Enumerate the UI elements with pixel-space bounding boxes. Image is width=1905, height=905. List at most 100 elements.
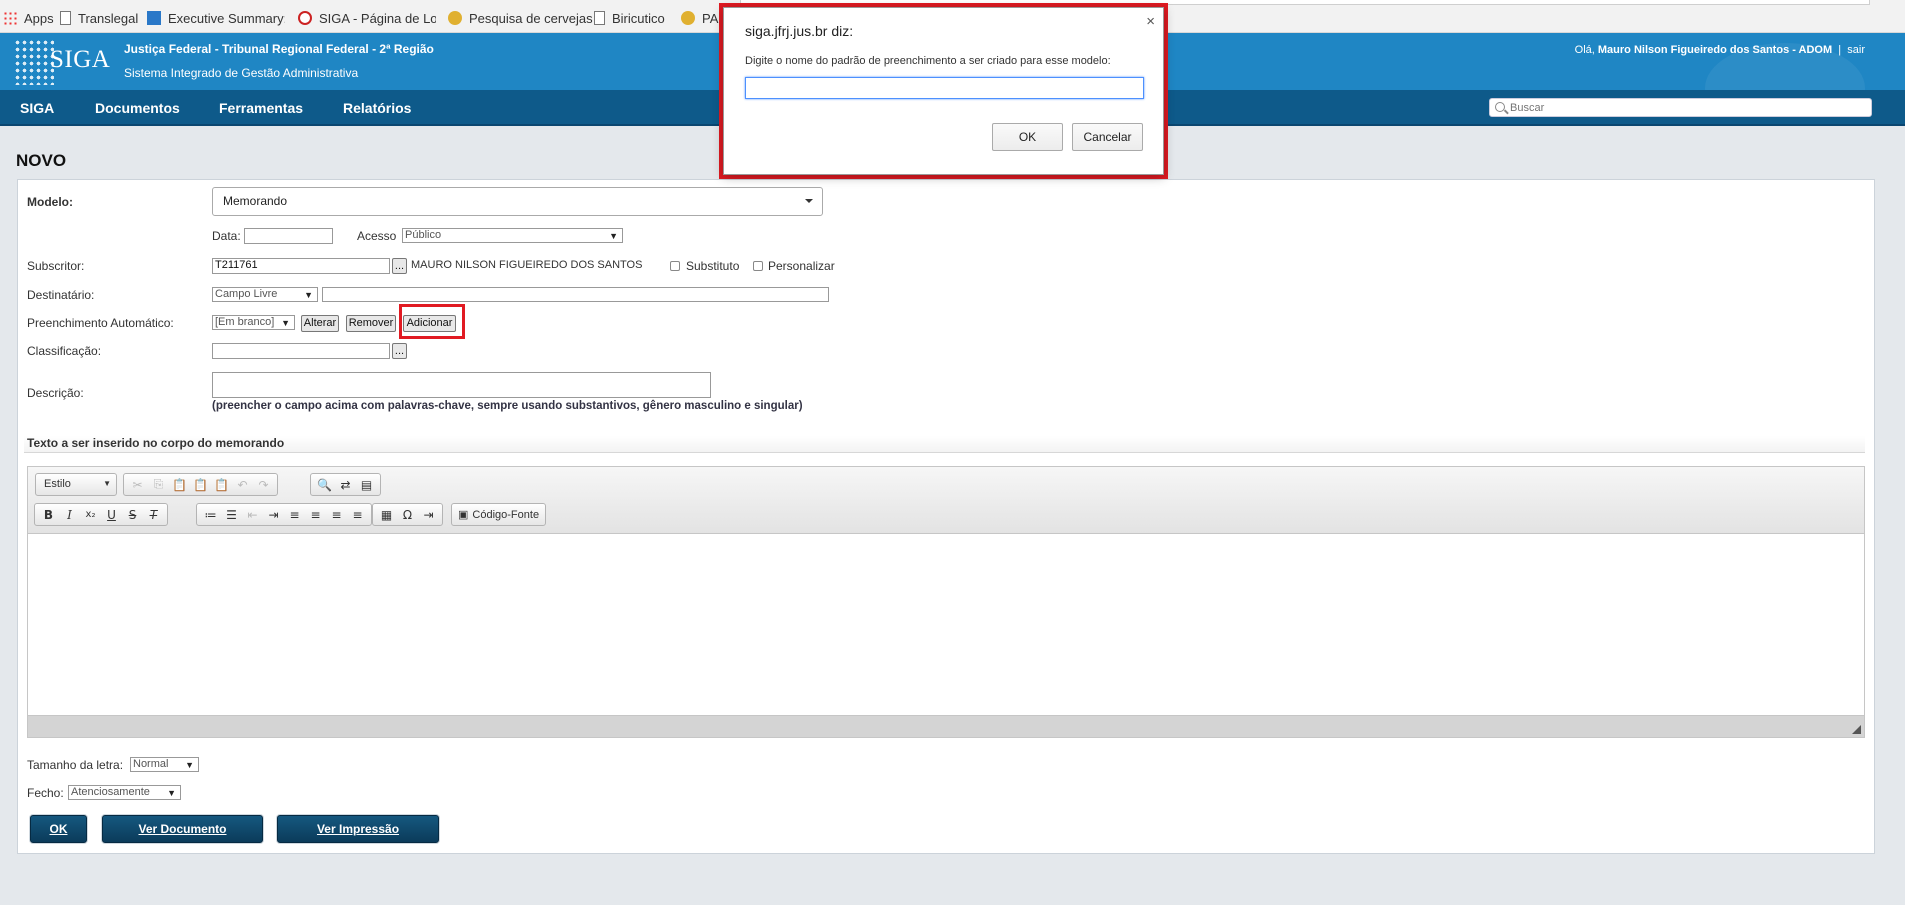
page-title: NOVO [16, 151, 67, 170]
source-button-label: Código-Fonte [472, 508, 540, 521]
page-break-icon[interactable]: ⇥ [418, 505, 439, 524]
editor-section-title: Texto a ser inserido no corpo do memoran… [24, 436, 1865, 453]
replace-icon[interactable]: ⇄ [335, 475, 356, 494]
search-box[interactable] [1489, 98, 1872, 117]
italic-icon[interactable]: I [59, 505, 80, 524]
descricao-label: Descrição: [27, 386, 84, 400]
fecho-select[interactable]: Atenciosamente ▼ [68, 785, 181, 800]
classificacao-input[interactable] [212, 343, 390, 359]
ver-documento-button[interactable]: Ver Documento [102, 815, 263, 843]
fecho-value: Atenciosamente [71, 786, 150, 798]
tamanho-select[interactable]: Normal ▼ [130, 757, 199, 772]
remover-button[interactable]: Remover [346, 315, 396, 332]
bookmark-siga-login[interactable]: SIGA - Página de Log [298, 9, 436, 27]
beer-icon [681, 11, 695, 25]
copy-icon[interactable]: ⎘ [148, 475, 169, 494]
close-icon[interactable]: × [1146, 13, 1155, 30]
dialog-ok-button[interactable]: OK [992, 123, 1063, 151]
exec-summary-icon [147, 11, 161, 25]
strike-icon[interactable]: S [122, 505, 143, 524]
bookmark-pai[interactable]: PAI [681, 9, 719, 27]
logout-link[interactable]: sair [1847, 44, 1865, 56]
chevron-down-icon: ▼ [185, 760, 194, 770]
source-button[interactable]: ▣ Código-Fonte [451, 503, 547, 526]
paste-icon[interactable]: 📋 [169, 475, 190, 494]
undo-icon[interactable]: ↶ [232, 475, 253, 494]
search-input[interactable] [1510, 100, 1860, 115]
nav-ferramentas[interactable]: Ferramentas [219, 100, 303, 116]
ver-impressao-button[interactable]: Ver Impressão [277, 815, 439, 843]
subscritor-label: Subscritor: [27, 259, 85, 273]
bookmark-translegal[interactable]: Translegal [60, 9, 138, 27]
separator: | [1838, 44, 1842, 56]
remove-format-icon[interactable]: T̶ [143, 505, 164, 524]
numbered-list-icon[interactable]: ≔ [200, 505, 221, 524]
bookmark-biricutico[interactable]: Biricutico [594, 9, 665, 27]
bookmark-executive-summary[interactable]: Executive Summary: [147, 9, 285, 27]
preenchimento-select[interactable]: [Em branco] ▼ [212, 315, 295, 330]
subscript-icon[interactable]: x₂ [80, 505, 101, 524]
cut-icon[interactable]: ✂ [127, 475, 148, 494]
alterar-button[interactable]: Alterar [301, 315, 339, 332]
paste-word-icon[interactable]: 📋 [211, 475, 232, 494]
substituto-label: Substituto [686, 259, 740, 273]
beer-icon [448, 11, 462, 25]
dialog-cancel-button[interactable]: Cancelar [1072, 123, 1143, 151]
editor-content-area[interactable] [28, 534, 1864, 716]
indent-icon[interactable]: ⇥ [263, 505, 284, 524]
fecho-label: Fecho: [27, 786, 64, 800]
logo-dots-icon [14, 39, 54, 85]
align-center-icon[interactable]: ≡ [305, 505, 326, 524]
bookmark-pesquisa-cervejas[interactable]: Pesquisa de cervejas [448, 9, 593, 27]
underline-icon[interactable]: U [101, 505, 122, 524]
align-right-icon[interactable]: ≡ [347, 505, 368, 524]
redo-icon[interactable]: ↷ [253, 475, 274, 494]
dialog-input[interactable] [745, 77, 1144, 99]
rich-text-editor: Estilo ▼ ✂ ⎘ 📋 📋 📋 ↶ ↷ 🔍 ⇄ ▤ B I x₂ U S … [27, 466, 1865, 738]
subscritor-lookup-button[interactable]: ... [392, 258, 407, 274]
nav-siga[interactable]: SIGA [20, 100, 54, 116]
descricao-textarea[interactable] [212, 372, 711, 398]
table-icon[interactable]: ▦ [376, 505, 397, 524]
document-form: Modelo: Memorando Data: Acesso Público ▼… [17, 179, 1875, 854]
acesso-select[interactable]: Público ▼ [402, 228, 623, 243]
style-combo-label: Estilo [44, 478, 71, 490]
adicionar-highlight [399, 304, 465, 339]
resize-handle-icon[interactable] [1852, 725, 1861, 734]
bulleted-list-icon[interactable]: ☰ [221, 505, 242, 524]
find-icon[interactable]: 🔍 [314, 475, 335, 494]
bookmark-apps[interactable]: Apps [3, 9, 54, 27]
source-icon: ▣ [458, 509, 469, 521]
nav-documentos[interactable]: Documentos [95, 100, 180, 116]
classificacao-lookup-button[interactable]: ... [392, 343, 407, 359]
basic-styles-group: B I x₂ U S T̶ [34, 503, 168, 526]
siga-logo[interactable]: SIGA [14, 39, 112, 85]
align-justify-icon[interactable]: ≡ [326, 505, 347, 524]
modelo-select[interactable]: Memorando [212, 187, 823, 216]
destinatario-label: Destinatário: [27, 288, 95, 302]
nav-relatorios[interactable]: Relatórios [343, 100, 411, 116]
special-char-icon[interactable]: Ω [397, 505, 418, 524]
personalizar-checkbox[interactable] [753, 261, 763, 271]
subscritor-input[interactable]: T211761 [212, 258, 390, 274]
editor-toolbar: Estilo ▼ ✂ ⎘ 📋 📋 📋 ↶ ↷ 🔍 ⇄ ▤ B I x₂ U S … [28, 467, 1864, 534]
destinatario-type-select[interactable]: Campo Livre ▼ [212, 287, 318, 302]
tamanho-label: Tamanho da letra: [27, 758, 124, 772]
bold-icon[interactable]: B [38, 505, 59, 524]
style-combo[interactable]: Estilo ▼ [35, 473, 117, 496]
destinatario-input[interactable] [322, 287, 829, 302]
paste-text-icon[interactable]: 📋 [190, 475, 211, 494]
chevron-down-icon: ▼ [103, 479, 111, 488]
paragraph-group: ≔ ☰ ⇤ ⇥ ≡ ≡ ≡ ≡ [196, 503, 372, 526]
dialog-message: Digite o nome do padrão de preenchimento… [745, 55, 1111, 67]
substituto-checkbox[interactable] [670, 261, 680, 271]
outdent-icon[interactable]: ⇤ [242, 505, 263, 524]
data-input[interactable] [244, 228, 333, 244]
align-left-icon[interactable]: ≡ [284, 505, 305, 524]
classificacao-label: Classificação: [27, 344, 102, 358]
clipboard-group: ✂ ⎘ 📋 📋 📋 ↶ ↷ [123, 473, 278, 496]
ok-button[interactable]: OK [30, 815, 87, 843]
select-all-icon[interactable]: ▤ [356, 475, 377, 494]
page-icon [594, 11, 605, 25]
search-icon [1495, 102, 1505, 112]
